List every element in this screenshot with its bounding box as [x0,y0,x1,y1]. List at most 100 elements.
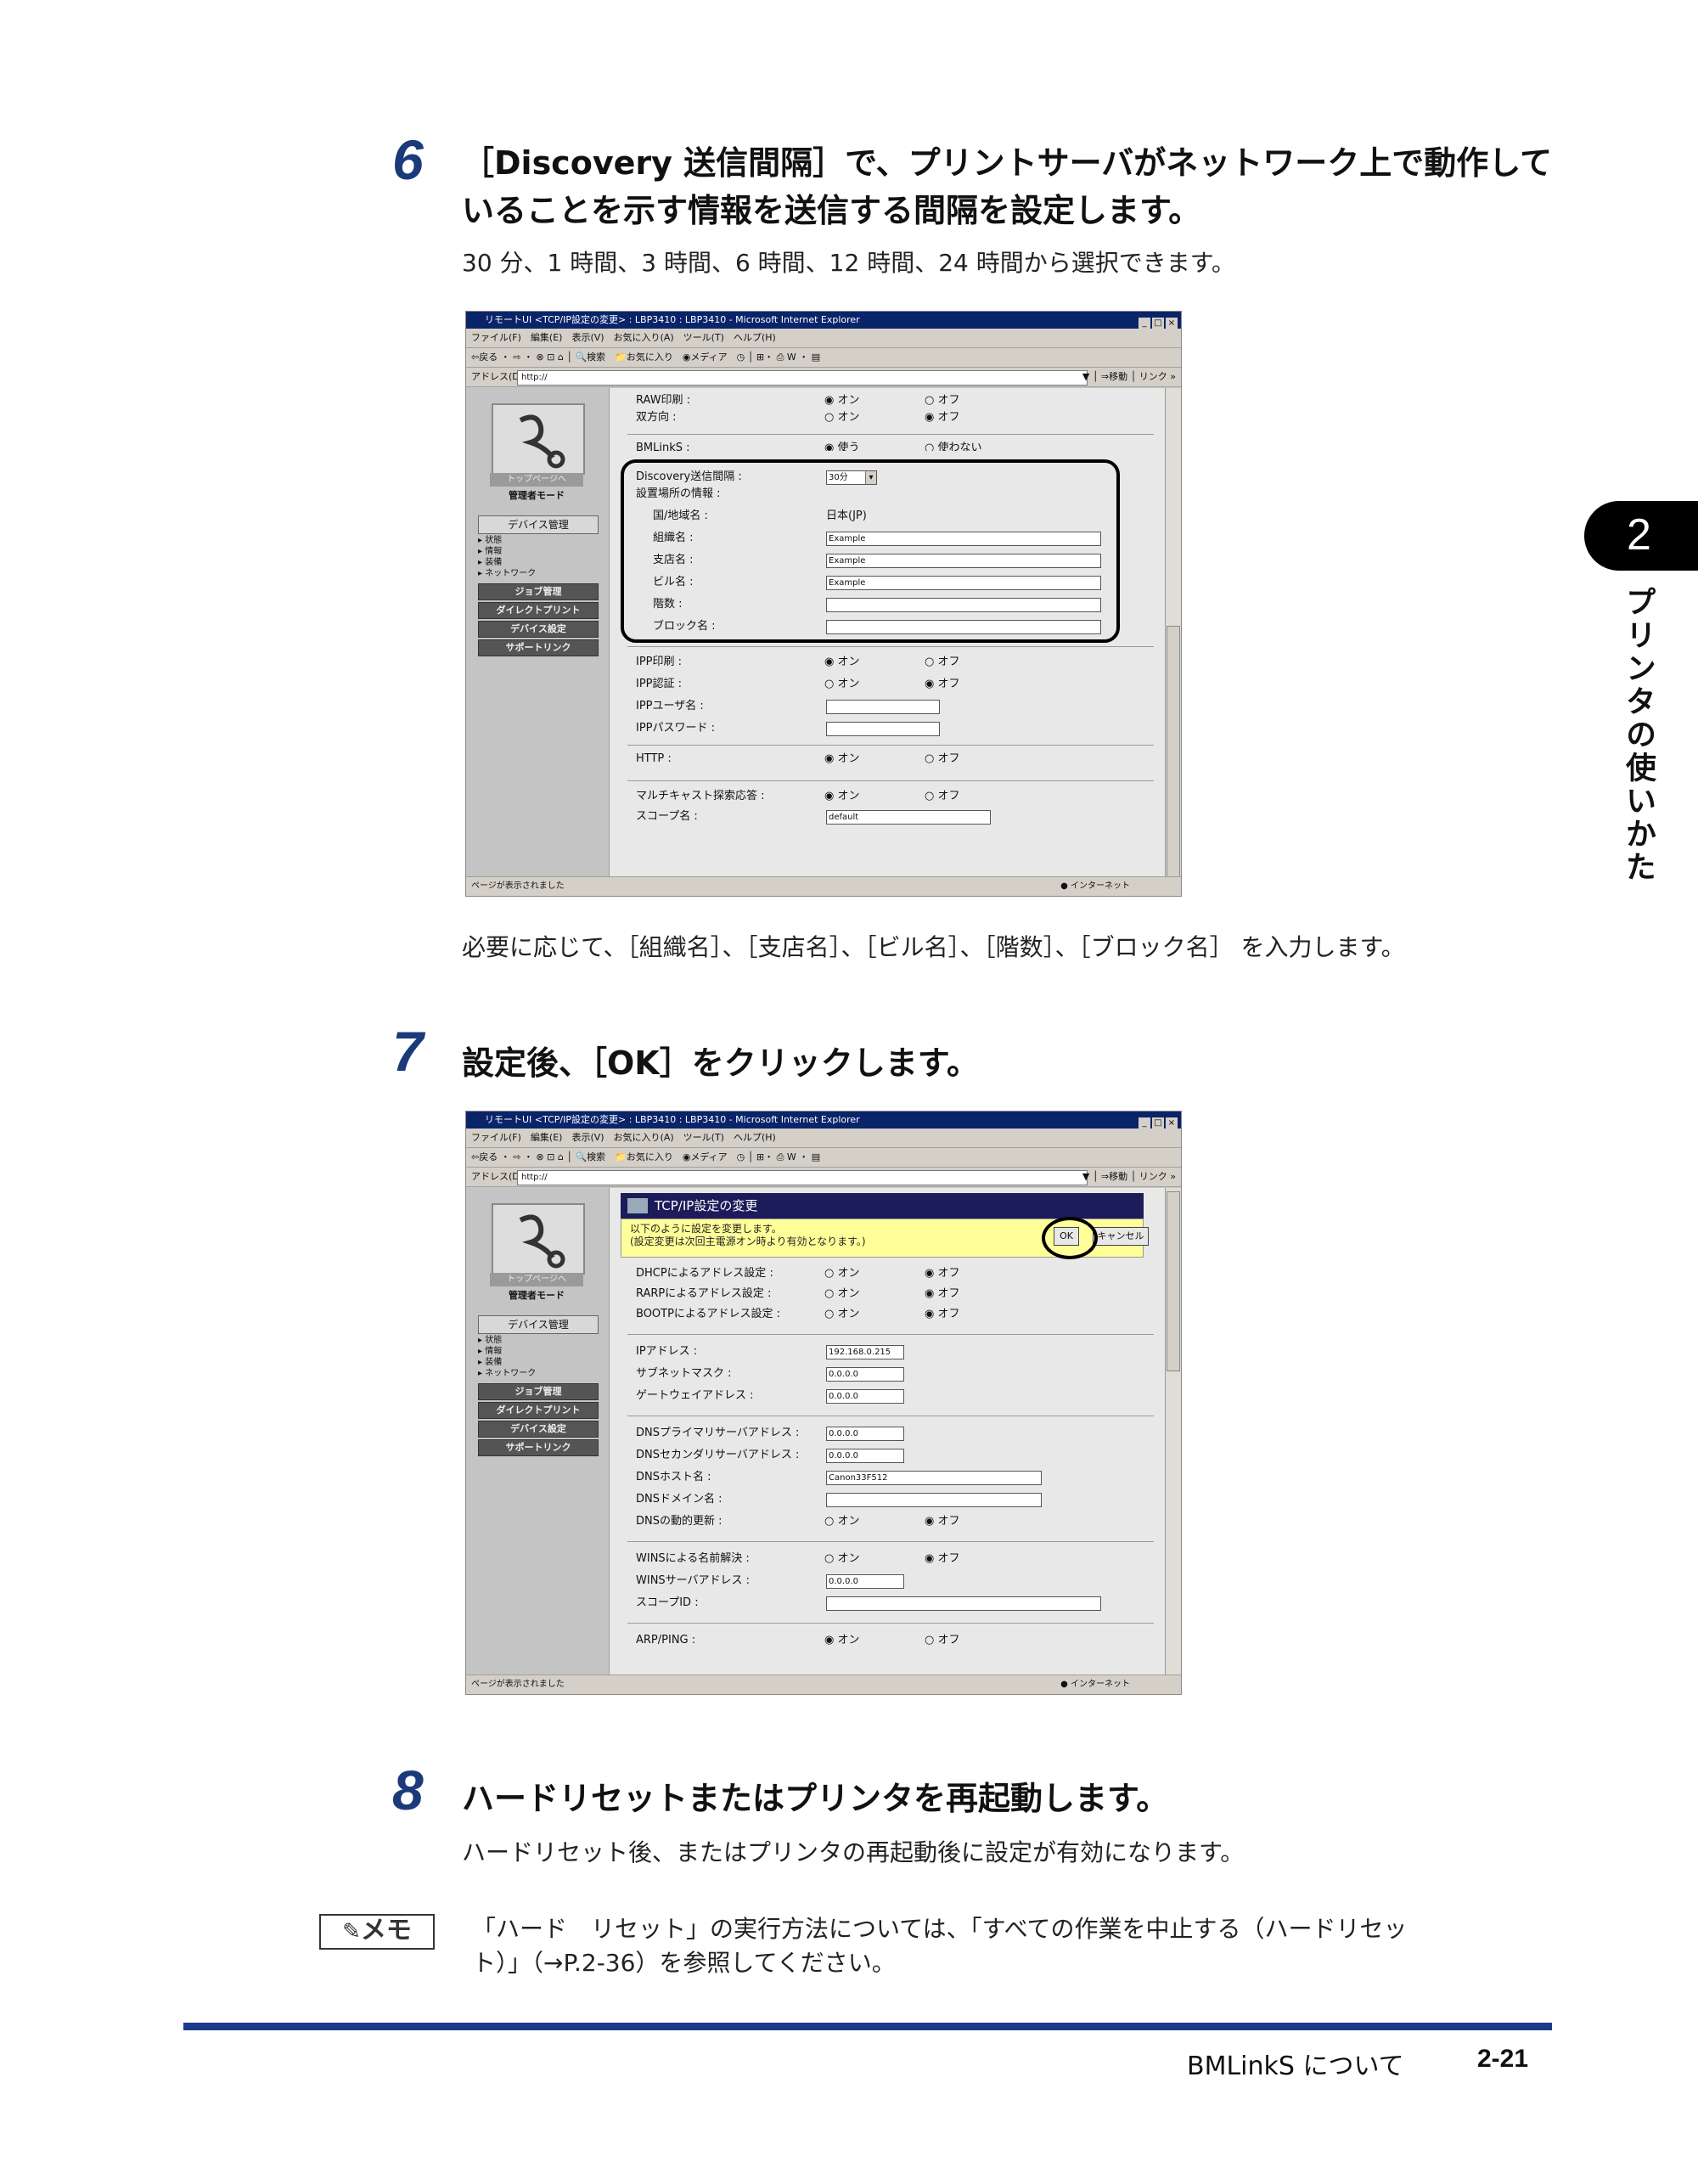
direct-print-button[interactable]: ダイレクトプリント [478,602,599,619]
radio-on[interactable]: ○ オン [824,1286,859,1302]
radio-off[interactable]: ◉ オフ [925,1307,959,1322]
nav-link-network[interactable]: ▸ ネットワーク [478,1369,536,1379]
radio-on[interactable]: ○ オン [824,410,859,425]
top-page-link[interactable]: トップページへ [490,1273,583,1286]
wins-server-input[interactable]: 0.0.0.0 [826,1574,904,1589]
divider [627,1334,1154,1335]
support-link-button[interactable]: サポートリンク [478,639,599,656]
divider [627,780,1154,781]
close-icon[interactable]: × [1166,318,1178,329]
menu-bar[interactable]: ファイル(F) 編集(E) 表示(V) お気に入り(A) ツール(T) ヘルプ(… [466,329,1181,348]
radio-on[interactable]: ○ オン [824,1514,859,1529]
nav-link-status[interactable]: ▸ 状態 [478,536,502,546]
radio-off[interactable]: ◉ オフ [925,1266,959,1281]
radio-on[interactable]: ○ オン [824,1307,859,1322]
radio-off[interactable]: ◉ オフ [925,1286,959,1302]
field-label: DNSホスト名 : [636,1471,711,1483]
nav-link-info[interactable]: ▸ 情報 [478,1347,502,1357]
field-label: ゲートウェイアドレス : [636,1389,754,1402]
device-settings-button[interactable]: デバイス設定 [478,1421,599,1438]
radio-on[interactable]: ◉ オン [824,1633,859,1648]
nav-link-network[interactable]: ▸ ネットワーク [478,569,536,579]
radio-on[interactable]: ◉ オン [824,751,859,767]
radio-off[interactable]: ○ オフ [925,393,959,408]
ipp-user-input[interactable] [826,700,940,714]
scroll-thumb[interactable] [1167,626,1180,882]
field-label: IPアドレス : [636,1345,698,1358]
radio-on[interactable]: ○ オン [824,677,859,692]
radio-nouse[interactable]: ○ 使わない [925,441,981,451]
job-management-button[interactable]: ジョブ管理 [478,1383,599,1400]
dns-host-input[interactable]: Canon33F512 [826,1471,1042,1485]
field-label: DNSセカンダリサーバアドレス : [636,1449,800,1461]
nav-link-equipment[interactable]: ▸ 装備 [478,558,502,568]
scope-id-input[interactable] [826,1596,1101,1611]
nav-link-status[interactable]: ▸ 状態 [478,1336,502,1346]
radio-off[interactable]: ○ オフ [925,655,959,670]
scroll-thumb[interactable] [1167,1191,1180,1371]
divider [627,434,1154,435]
field-label: WINSサーバアドレス : [636,1574,751,1587]
radio-on[interactable]: ◉ オン [824,655,859,670]
radio-off[interactable]: ◉ オフ [925,677,959,692]
highlight-circle [1042,1217,1098,1259]
scrollbar[interactable] [1165,1188,1181,1675]
gateway-input[interactable]: 0.0.0.0 [826,1389,904,1404]
device-settings-button[interactable]: デバイス設定 [478,621,599,638]
radio-off[interactable]: ○ オフ [925,789,959,804]
device-management-button[interactable]: デバイス管理 [478,515,599,534]
scope-input[interactable]: default [826,810,991,825]
support-link-button[interactable]: サポートリンク [478,1439,599,1456]
radio-off[interactable]: ○ オフ [925,751,959,767]
page-number: 2-21 [1477,2045,1529,2073]
address-input[interactable]: http:// [517,1170,1088,1185]
radio-off[interactable]: ◉ オフ [925,1551,959,1567]
divider [627,1623,1154,1624]
ipp-password-input[interactable] [826,722,940,736]
top-page-link[interactable]: トップページへ [490,473,583,487]
field-label: IPPパスワード : [636,722,716,735]
radio-off[interactable]: ○ オフ [925,1633,959,1648]
nav-link-equipment[interactable]: ▸ 装備 [478,1358,502,1368]
subnet-mask-input[interactable]: 0.0.0.0 [826,1367,904,1382]
toolbar[interactable]: ⇦戻る ・ ⇨ ・ ⊗ ⊡ ⌂ │ 🔍検索 📁お気に入り ◉メディア ◷ │ ⊞… [466,1148,1181,1168]
radio-use[interactable]: ◉ 使う [824,441,859,451]
radio-on[interactable]: ○ オン [824,1266,859,1281]
cancel-button[interactable]: キャンセル [1093,1227,1149,1246]
dns-primary-input[interactable]: 0.0.0.0 [826,1427,904,1441]
dns-secondary-input[interactable]: 0.0.0.0 [826,1449,904,1463]
device-management-button[interactable]: デバイス管理 [478,1315,599,1334]
field-label: 双方向 : [636,411,677,424]
address-bar: アドレス(D) http:// ▼ │ ⇒移動 │ リンク » [466,368,1181,387]
scrollbar[interactable] [1165,388,1181,882]
minimize-icon[interactable]: _ [1139,318,1150,329]
printer-logo-icon [492,403,585,475]
radio-off[interactable]: ◉ オフ [925,1514,959,1529]
ip-address-input[interactable]: 192.168.0.215 [826,1345,904,1359]
radio-on[interactable]: ◉ オン [824,789,859,804]
radio-on[interactable]: ○ オン [824,1551,859,1567]
field-label: RAW印刷 : [636,394,691,407]
field-label: スコープ名 : [636,810,698,823]
direct-print-button[interactable]: ダイレクトプリント [478,1402,599,1419]
minimize-icon[interactable]: _ [1139,1117,1150,1129]
job-management-button[interactable]: ジョブ管理 [478,583,599,600]
go-button[interactable]: ▼ │ ⇒移動 │ リンク » [1082,1168,1176,1186]
menu-bar[interactable]: ファイル(F) 編集(E) 表示(V) お気に入り(A) ツール(T) ヘルプ(… [466,1129,1181,1148]
nav-link-info[interactable]: ▸ 情報 [478,547,502,557]
radio-on[interactable]: ◉ オン [824,393,859,408]
toolbar[interactable]: ⇦戻る ・ ⇨ ・ ⊗ ⊡ ⌂ │ 🔍検索 📁お気に入り ◉メディア ◷ │ ⊞… [466,348,1181,368]
step-number: 6 [392,128,424,191]
go-button[interactable]: ▼ │ ⇒移動 │ リンク » [1082,368,1176,386]
admin-mode-label: 管理者モード [509,1290,565,1301]
network-icon [627,1198,648,1213]
maximize-icon[interactable]: □ [1152,1117,1164,1129]
field-label: DNSプライマリサーバアドレス : [636,1427,800,1439]
close-icon[interactable]: × [1166,1117,1178,1129]
memo-text: 「ハード リセット」の実行方法については、「すべての作業を中止する（ハードリセッ [472,1915,1408,1943]
maximize-icon[interactable]: □ [1152,318,1164,329]
address-input[interactable]: http:// [517,370,1088,386]
radio-off[interactable]: ◉ オフ [925,410,959,425]
dns-domain-input[interactable] [826,1493,1042,1507]
memo-text: ト）」（→P.2-36）を参照してください。 [472,1949,896,1977]
